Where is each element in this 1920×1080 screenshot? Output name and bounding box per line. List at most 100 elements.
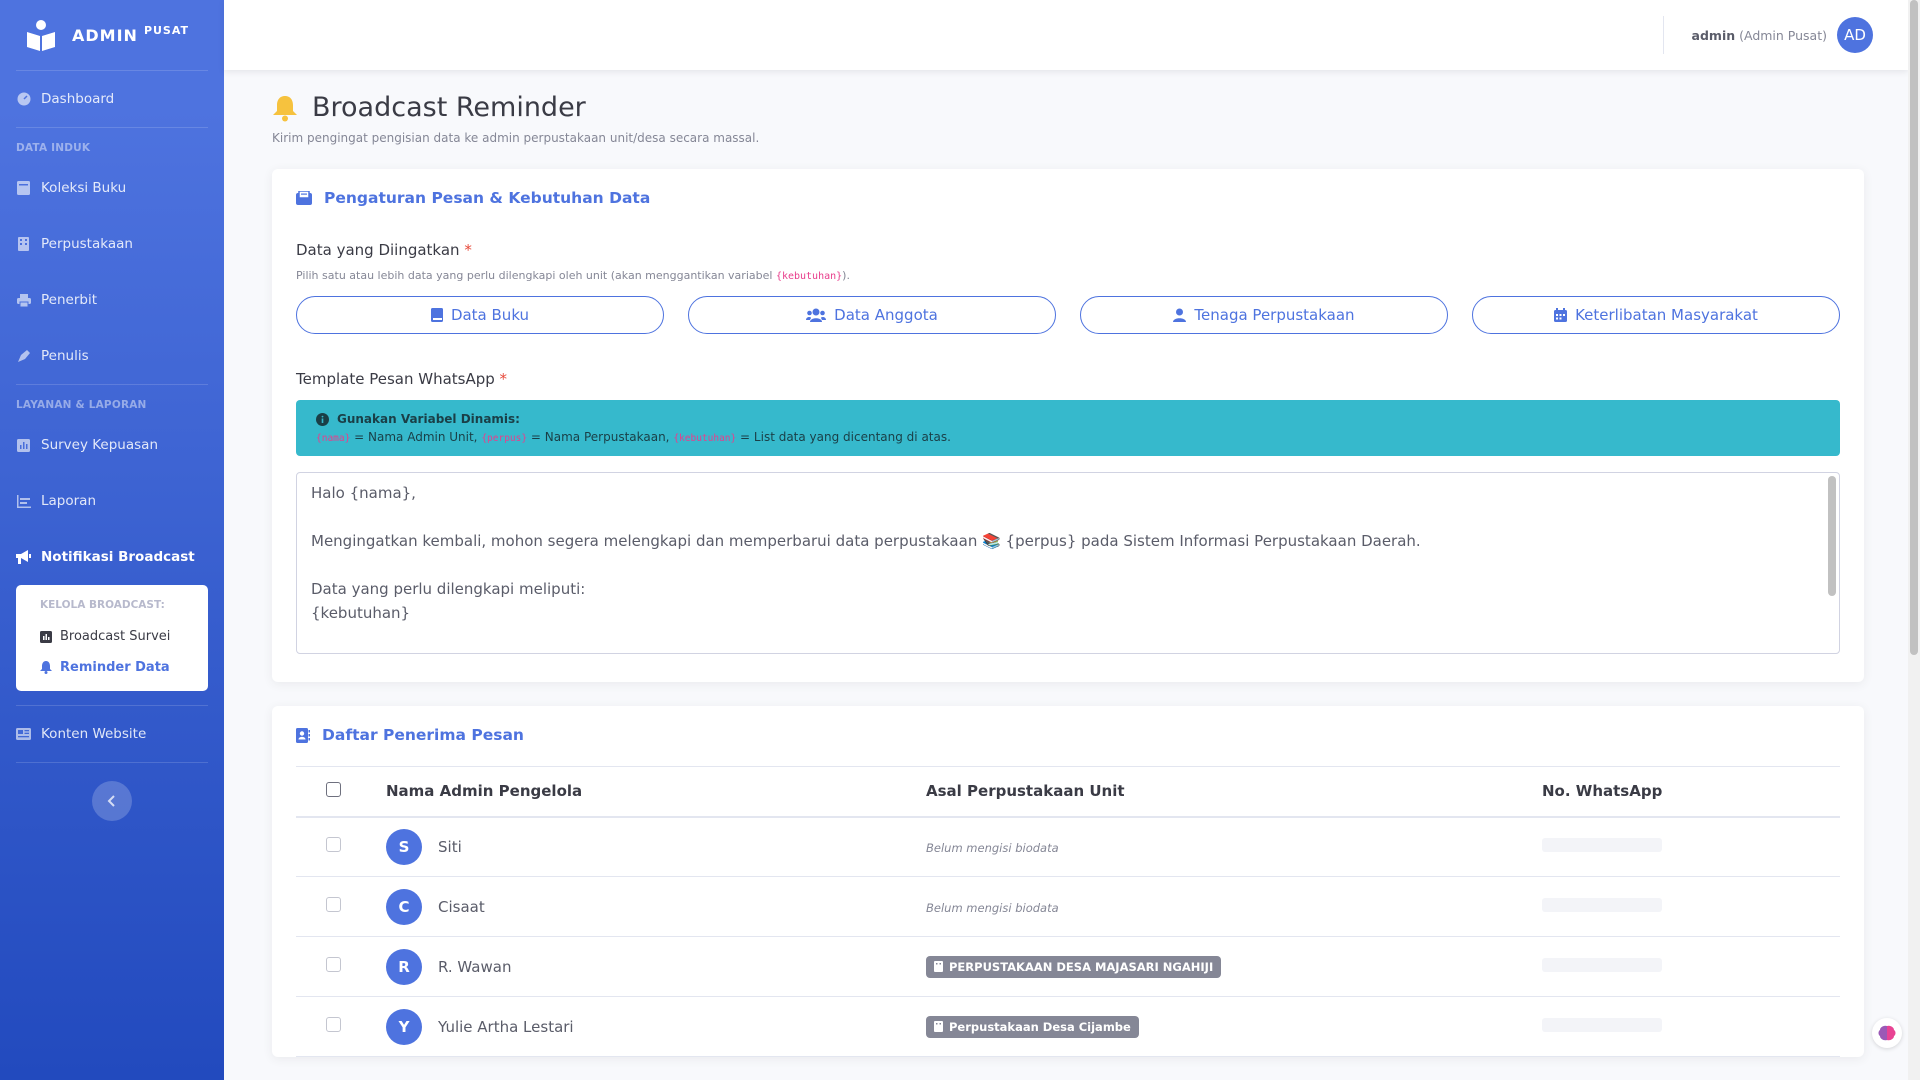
book-reader-icon [27,20,55,51]
table-header-row: Nama Admin Pengelola Asal Perpustakaan U… [296,766,1840,818]
admin-name: Yulie Artha Lestari [438,1017,574,1036]
variables-alert: Gunakan Variabel Dinamis: {nama} = Nama … [296,400,1840,456]
sidebar-item-survey[interactable]: Survey Kepuasan [0,417,224,473]
sidebar-item-dashboard[interactable]: Dashboard [0,71,224,127]
sidebar-toggle-button[interactable] [92,781,132,821]
card-title: Daftar Penerima Pesan [296,726,1840,744]
option-label: Data Buku [450,306,530,324]
whatsapp-redacted [1542,897,1662,912]
poll-icon [16,438,31,453]
book-icon [16,181,31,196]
var-nama: {nama} [316,433,351,444]
sidebar-label: Penerbit [41,292,97,308]
option-keterlibatan-masyarakat[interactable]: Keterlibatan Masyarakat [1472,296,1840,334]
unit-badge: PERPUSTAKAAN DESA MAJASARI NGAHIJI [926,955,1222,978]
checkbox-cell [296,816,386,877]
var-perpus: {perpus} [481,433,528,444]
data-label: Data yang Diingatkan * [296,241,1840,259]
select-all-checkbox[interactable] [326,781,341,797]
user-tie-icon [1173,308,1187,322]
broadcast-submenu: KELOLA BROADCAST: Broadcast Survei Remin… [16,585,208,691]
brand[interactable]: ADMIN PUSAT [0,0,224,70]
sidebar-item-konten[interactable]: Konten Website [0,706,224,762]
unit-name: Perpustakaan Desa Cijambe [949,1019,1131,1034]
option-tenaga-perpustakaan[interactable]: Tenaga Perpustakaan [1080,296,1448,334]
sidebar: ADMIN PUSAT Dashboard DATA INDUK Koleksi… [0,0,224,1080]
unit-empty-text: Belum mengisi biodata [926,840,1059,855]
textarea-scrollbar[interactable] [1828,476,1836,596]
building-icon [16,237,31,252]
table-row[interactable]: Y Yulie Artha Lestari Perpustakaan Desa C… [296,996,1840,1057]
user-info[interactable]: admin (Admin Pusat) [1692,28,1827,43]
address-book-icon [296,727,310,743]
calendar-icon [1554,308,1568,322]
message-line: Mengingatkan kembali, mohon segera melen… [311,532,1421,550]
alert-title-text: Gunakan Variabel Dinamis: [337,412,520,426]
message-template-textarea[interactable]: Halo {nama}, Mengingatkan kembali, mohon… [296,472,1840,654]
row-checkbox[interactable] [326,957,341,972]
building-icon [934,961,943,972]
chevron-left-icon [107,795,115,807]
newspaper-icon [16,727,31,742]
brand-name: ADMIN [72,25,138,45]
brand-sup: PUSAT [143,23,190,37]
user-name: admin [1691,27,1736,43]
checkbox-cell [296,876,386,937]
column-header[interactable]: No. WhatsApp [1542,766,1840,818]
envelope-open-icon [296,191,312,205]
sidebar-item-penulis[interactable]: Penulis [0,328,224,384]
sidebar-label: Survey Kepuasan [41,437,158,453]
name-wrap: Y Yulie Artha Lestari [386,1008,926,1045]
page-header: Broadcast Reminder Kirim pengingat pengi… [272,70,1864,145]
sidebar-item-koleksi[interactable]: Koleksi Buku [0,160,224,216]
data-options: Data Buku Data Anggota Tenaga Perpustaka… [296,296,1840,334]
sidebar-item-penerbit[interactable]: Penerbit [0,272,224,328]
unit-cell: Belum mengisi biodata [926,816,1542,877]
template-label: Template Pesan WhatsApp * [296,370,1840,388]
whatsapp-cell [1542,876,1840,937]
table-row[interactable]: R R. Wawan PERPUSTAKAAN DESA MAJASARI NGA… [296,936,1840,997]
unit-empty-text: Belum mengisi biodata [926,900,1059,915]
message-line: {kebutuhan} [311,604,411,622]
column-header[interactable]: Nama Admin Pengelola [386,766,926,818]
hint-text-end: ). [842,269,850,282]
var-perpus-desc: = Nama Perpustakaan, [527,430,674,444]
users-icon [806,308,827,322]
submenu-item-reminder-data[interactable]: Reminder Data [16,652,208,683]
unit-cell: Belum mengisi biodata [926,876,1542,937]
option-data-buku[interactable]: Data Buku [296,296,664,334]
sidebar-item-perpustakaan[interactable]: Perpustakaan [0,216,224,272]
checkbox-cell [296,936,386,997]
option-data-anggota[interactable]: Data Anggota [688,296,1056,334]
option-label: Keterlibatan Masyarakat [1575,306,1758,324]
row-checkbox[interactable] [326,897,341,912]
row-checkbox[interactable] [326,837,341,853]
unit-badge: Perpustakaan Desa Cijambe [926,1015,1139,1038]
page-scrollbar[interactable] [1908,0,1920,1080]
table-row[interactable]: S Siti Belum mengisi biodata [296,816,1840,877]
brain-widget-button[interactable] [1872,1018,1902,1048]
column-header[interactable]: Asal Perpustakaan Unit [926,766,1542,818]
option-label: Tenaga Perpustakaan [1194,306,1355,324]
bell-icon [273,95,297,121]
sidebar-item-notifikasi[interactable]: Notifikasi Broadcast [0,529,224,585]
select-all-cell [296,766,386,818]
avatar: C [386,888,422,925]
avatar[interactable]: AD [1837,17,1873,53]
row-checkbox[interactable] [326,1017,341,1032]
template-label-text: Template Pesan WhatsApp [296,370,495,388]
submenu-header: KELOLA BROADCAST: [40,599,165,611]
sidebar-label: Dashboard [41,91,115,107]
submenu-item-broadcast-survei[interactable]: Broadcast Survei [16,621,208,652]
hint-code: {kebutuhan} [775,271,843,282]
name-wrap: C Cisaat [386,888,926,925]
page-title-text: Broadcast Reminder [312,92,586,123]
admin-name: R. Wawan [438,957,512,976]
alert-body: {nama} = Nama Admin Unit, {perpus} = Nam… [316,430,1820,444]
sidebar-item-laporan[interactable]: Laporan [0,473,224,529]
scrollbar-thumb[interactable] [1910,0,1918,655]
building-icon [934,1021,943,1032]
submenu-label: Broadcast Survei [60,629,171,644]
settings-card: Pengaturan Pesan & Kebutuhan Data Data y… [272,169,1864,682]
table-row[interactable]: C Cisaat Belum mengisi biodata [296,876,1840,937]
